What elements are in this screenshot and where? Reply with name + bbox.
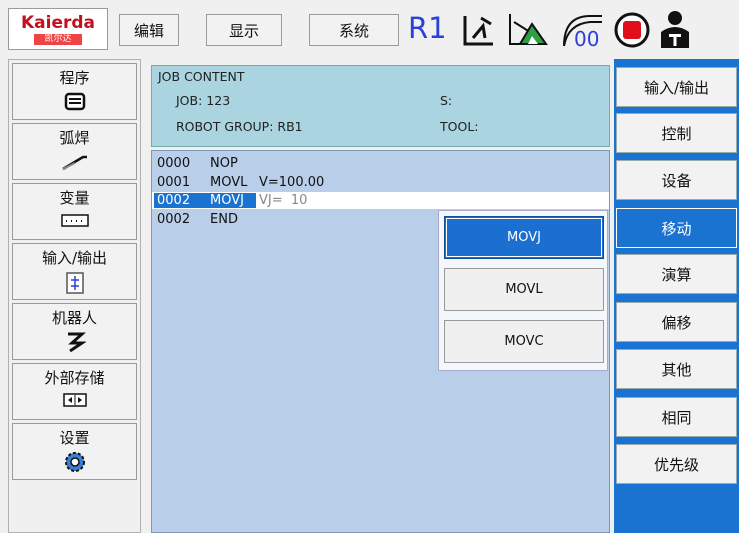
right-item-io[interactable]: 输入/输出 [616, 67, 737, 107]
right-item-arithmetic[interactable]: 演算 [616, 254, 737, 294]
sidebar-item-label: 弧焊 [59, 129, 90, 147]
line-argument: VJ= 10 [259, 193, 308, 208]
sidebar-item-label: 输入/输出 [41, 249, 108, 267]
line-number: 0002 [157, 212, 191, 227]
logo-subtext: 凯尔达 [34, 34, 82, 45]
stop-icon[interactable] [612, 10, 652, 50]
sidebar-item-settings[interactable]: 设置 [12, 423, 137, 480]
settings-gear-icon [64, 452, 85, 472]
right-item-same[interactable]: 相同 [616, 397, 737, 437]
storage-icon [62, 393, 87, 407]
job-content-header: JOB CONTENT JOB: 123 ROBOT GROUP: RB1 S:… [151, 65, 610, 147]
speed-gauge-icon[interactable] [506, 10, 550, 50]
servo-on-icon[interactable] [655, 10, 695, 50]
job-name: JOB: 123 [176, 93, 231, 108]
menu-item-movl[interactable]: MOVL [444, 268, 604, 311]
line-number: 0002 [157, 193, 191, 208]
sidebar-item-variable[interactable]: 变量 [12, 183, 137, 240]
sidebar-item-robot[interactable]: 机器人 [12, 303, 137, 360]
left-sidebar: 程序 弧焊 变量 输入/输出 机器人 外部存储 设置 [8, 59, 141, 533]
logo-text: Kaierda [20, 13, 96, 33]
right-item-other[interactable]: 其他 [616, 349, 737, 389]
job-content-title: JOB CONTENT [158, 69, 245, 84]
right-item-control[interactable]: 控制 [616, 113, 737, 153]
sidebar-item-program[interactable]: 程序 [12, 63, 137, 120]
tool-label: TOOL: [440, 119, 479, 134]
right-item-priority[interactable]: 优先级 [616, 444, 737, 484]
robot-arm-icon[interactable] [457, 10, 499, 50]
right-command-panel: 输入/输出 控制 设备 移动 演算 偏移 其他 相同 优先级 [614, 59, 739, 533]
sidebar-item-label: 设置 [59, 429, 90, 447]
sidebar-item-io[interactable]: 输入/输出 [12, 243, 137, 300]
teach-mode-icon[interactable]: 00 [560, 10, 606, 50]
line-command: MOVL [210, 175, 248, 190]
sidebar-item-storage[interactable]: 外部存储 [12, 363, 137, 420]
variable-icon [60, 214, 89, 227]
sidebar-item-label: 变量 [59, 189, 90, 207]
right-item-offset[interactable]: 偏移 [616, 302, 737, 342]
program-line[interactable]: 0000 NOP [152, 156, 609, 171]
program-line-selected[interactable]: 0002 MOVJ VJ= 10 [152, 193, 609, 208]
instruction-popup-menu: MOVJ MOVL MOVC [438, 210, 608, 371]
sidebar-item-arc-weld[interactable]: 弧焊 [12, 123, 137, 180]
top-toolbar: Kaierda 凯尔达 编辑 显示 系统 R1 00 [0, 0, 739, 59]
right-item-move[interactable]: 移动 [616, 208, 737, 248]
io-icon [65, 272, 84, 294]
svg-text:00: 00 [574, 27, 599, 50]
sidebar-item-label: 机器人 [51, 309, 97, 327]
menu-edit-button[interactable]: 编辑 [119, 14, 179, 46]
step-label: S: [440, 93, 453, 108]
line-command: END [210, 212, 238, 227]
menu-item-movc[interactable]: MOVC [444, 320, 604, 363]
line-argument: V=100.00 [259, 175, 325, 190]
line-command: NOP [210, 156, 238, 171]
menu-display-button[interactable]: 显示 [206, 14, 282, 46]
robot-group: ROBOT GROUP: RB1 [176, 119, 303, 134]
line-number: 0001 [157, 175, 191, 190]
arc-weld-icon [61, 155, 87, 171]
menu-item-movj[interactable]: MOVJ [444, 216, 604, 259]
robot-id-label[interactable]: R1 [408, 10, 447, 46]
line-command: MOVJ [210, 193, 244, 208]
kaierda-logo: Kaierda 凯尔达 [8, 8, 108, 50]
program-line[interactable]: 0001 MOVL V=100.00 [152, 175, 609, 190]
sidebar-item-label: 外部存储 [44, 369, 105, 387]
line-number: 0000 [157, 156, 191, 171]
sidebar-item-label: 程序 [59, 69, 90, 87]
right-item-device[interactable]: 设备 [616, 160, 737, 200]
robot-icon [67, 332, 86, 353]
program-icon [64, 92, 85, 111]
menu-system-button[interactable]: 系统 [309, 14, 399, 46]
